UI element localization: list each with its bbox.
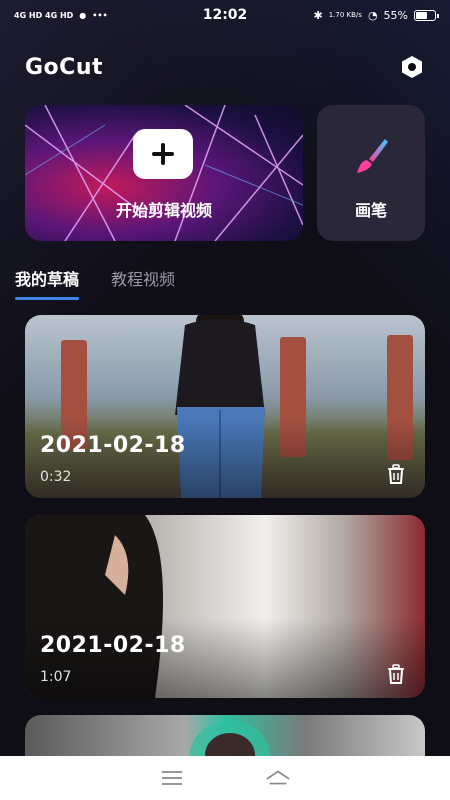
trash-icon[interactable] <box>385 663 407 685</box>
battery-icon <box>414 9 439 21</box>
thumbnail-shade <box>25 418 425 498</box>
brush-card[interactable]: 画笔 <box>317 105 425 241</box>
network-speed: 1.70 KB/s <box>328 11 362 19</box>
settings-hexagon-icon[interactable] <box>399 54 425 80</box>
status-time: 12:02 <box>202 7 248 23</box>
app-logo: GoCut <box>25 54 103 80</box>
status-bar: 4G HD 4G HD ● ••• 12:02 ✱ 1.70 KB/s ◔ 55… <box>0 0 450 30</box>
menu-icon[interactable] <box>159 768 185 788</box>
status-right: ✱ 1.70 KB/s ◔ 55% <box>313 8 439 22</box>
status-left: 4G HD 4G HD ● ••• <box>14 11 108 20</box>
draft-duration: 0:32 <box>40 469 72 485</box>
draft-card[interactable]: 2021-02-18 0:32 <box>25 315 425 498</box>
tab-my-drafts[interactable]: 我的草稿 <box>15 266 80 300</box>
wechat-icon: ● <box>79 10 87 20</box>
start-edit-label: 开始剪辑视频 <box>115 201 212 220</box>
start-edit-video-card[interactable]: 开始剪辑视频 <box>25 105 303 241</box>
trash-icon[interactable] <box>385 463 407 485</box>
app-header: GoCut <box>25 50 425 84</box>
more-icon: ••• <box>92 10 108 20</box>
wifi-icon: ◔ <box>367 8 378 22</box>
home-icon[interactable] <box>265 768 291 788</box>
tab-tutorial-videos[interactable]: 教程视频 <box>111 266 175 300</box>
draft-card[interactable]: 2021-02-18 1:07 <box>25 515 425 698</box>
draft-date: 2021-02-18 <box>40 633 186 658</box>
plus-icon[interactable] <box>133 129 193 179</box>
draft-date: 2021-02-18 <box>40 433 186 458</box>
brush-label: 画笔 <box>354 201 387 220</box>
paintbrush-icon <box>357 139 388 173</box>
bluetooth-icon: ✱ <box>313 8 323 22</box>
draft-duration: 1:07 <box>40 669 72 685</box>
battery-percent: 55% <box>383 8 408 22</box>
system-navigation-bar <box>0 756 450 800</box>
thumbnail-shade <box>25 618 425 698</box>
tab-bar: 我的草稿 教程视频 <box>15 266 175 300</box>
network-indicators: 4G HD 4G HD <box>14 10 74 20</box>
